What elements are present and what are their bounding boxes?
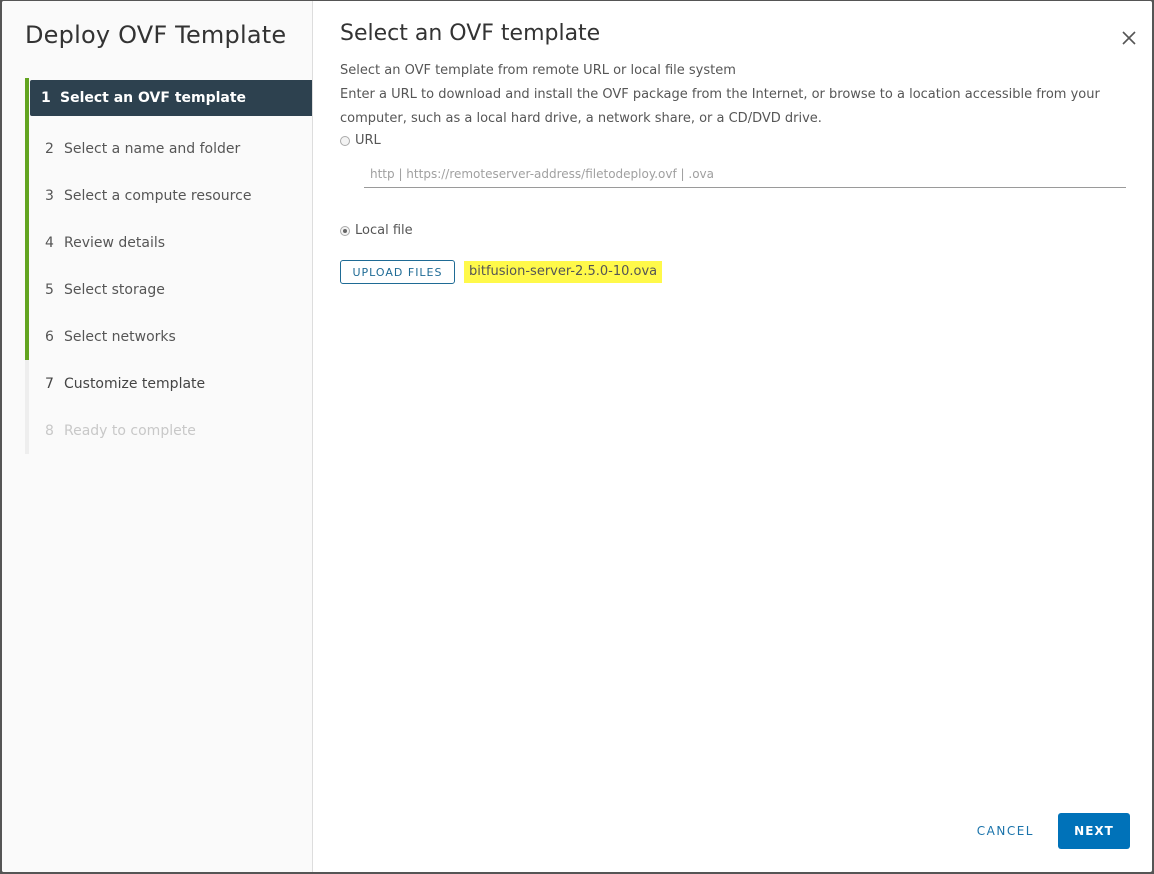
deploy-ovf-dialog: Deploy OVF Template 1 Select an OVF temp… [2, 1, 1152, 872]
upload-files-button[interactable]: UPLOAD FILES [340, 260, 455, 284]
step-number: 1 [41, 90, 51, 106]
subtitle: Select an OVF template from remote URL o… [340, 63, 736, 78]
step-label: Customize template [64, 375, 206, 392]
wizard-sidebar: Deploy OVF Template 1 Select an OVF temp… [2, 1, 313, 872]
close-icon [1122, 31, 1136, 45]
step-8: 8 Ready to complete [25, 407, 312, 454]
step-label: Select a compute resource [64, 187, 252, 204]
wizard-content: Select an OVF template Select an OVF tem… [313, 1, 1152, 872]
local-file-radio[interactable] [340, 225, 350, 236]
step-2[interactable]: 2 Select a name and folder [25, 125, 312, 172]
url-radio-label: URL [355, 133, 381, 148]
step-label: Review details [64, 234, 166, 251]
step-label: Select networks [64, 328, 176, 345]
step-3[interactable]: 3 Select a compute resource [25, 172, 312, 219]
close-button[interactable] [1120, 29, 1138, 47]
page-title: Select an OVF template [340, 21, 601, 46]
local-file-radio-label: Local file [355, 223, 413, 238]
step-5[interactable]: 5 Select storage [25, 266, 312, 313]
step-4[interactable]: 4 Review details [25, 219, 312, 266]
step-7[interactable]: 7 Customize template [25, 360, 312, 407]
step-label: Select storage [64, 281, 165, 298]
step-1[interactable]: 1 Select an OVF template [30, 80, 312, 116]
url-radio-option[interactable]: URL [340, 133, 381, 148]
cancel-button[interactable]: CANCEL [971, 823, 1040, 839]
step-number: 4 [45, 234, 54, 251]
url-radio[interactable] [340, 135, 350, 146]
url-input[interactable] [364, 161, 1126, 188]
step-label: Ready to complete [64, 422, 196, 439]
step-number: 2 [45, 140, 54, 157]
selected-file-name: bitfusion-server-2.5.0-10.ova [464, 261, 663, 283]
progress-bar-segment [25, 78, 29, 125]
description: Select an OVF template from remote URL o… [340, 59, 1100, 131]
step-label: Select a name and folder [64, 140, 241, 157]
step-number: 5 [45, 281, 54, 298]
step-number: 8 [45, 422, 54, 439]
next-button[interactable]: NEXT [1058, 813, 1130, 849]
wizard-title: Deploy OVF Template [25, 21, 287, 49]
step-number: 6 [45, 328, 54, 345]
description-text: Enter a URL to download and install the … [340, 87, 1100, 126]
step-number: 3 [45, 187, 54, 204]
step-label: Select an OVF template [60, 90, 247, 106]
step-number: 7 [45, 375, 54, 392]
step-6[interactable]: 6 Select networks [25, 313, 312, 360]
local-file-radio-option[interactable]: Local file [340, 223, 413, 238]
wizard-steps: 1 Select an OVF template 2 Select a name… [25, 78, 312, 454]
